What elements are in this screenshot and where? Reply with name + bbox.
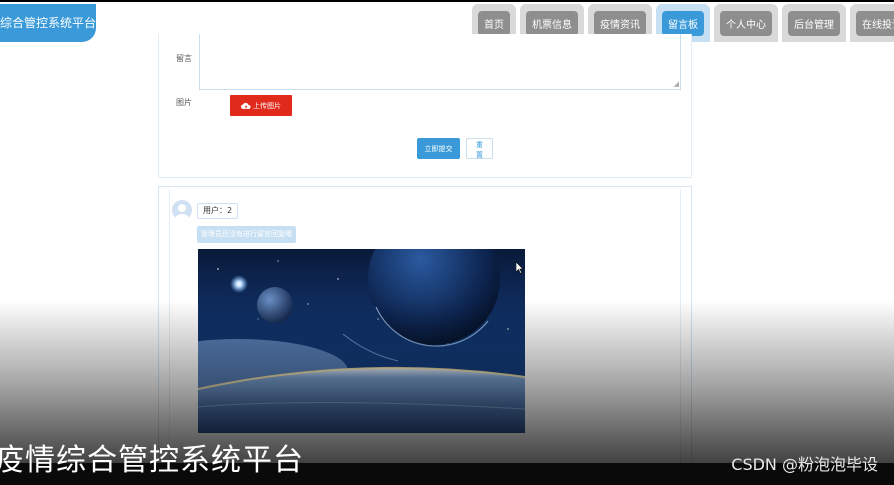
nav-tab-label: 后台管理 xyxy=(788,10,840,36)
nav-tab-label: 首页 xyxy=(478,10,510,36)
nav-tab-admin[interactable]: 后台管理 xyxy=(782,4,846,42)
nav-tab-personal-center[interactable]: 个人中心 xyxy=(714,4,778,42)
comment-image[interactable] xyxy=(198,249,525,433)
comment-username: 用户：2 xyxy=(197,203,239,219)
upload-button-label: 上传图片 xyxy=(253,102,281,110)
csdn-watermark: CSDN @粉泡泡毕设 xyxy=(731,455,878,474)
video-caption: 疫情综合管控系统平台 xyxy=(0,443,304,478)
comment-item: 用户：2 管理员还没有进行留言回复哦 xyxy=(158,186,692,476)
resize-grip-icon[interactable]: ◢ xyxy=(674,81,679,88)
nav-tab-label: 个人中心 xyxy=(720,10,772,36)
reset-button[interactable]: 重置 xyxy=(466,138,493,159)
message-label: 留言 xyxy=(176,54,192,63)
mouse-cursor-icon xyxy=(516,262,524,274)
nav-tab-complaint[interactable]: 在线投诉 xyxy=(850,4,894,42)
user-avatar-icon xyxy=(172,200,192,220)
nav-tab-label: 留言板 xyxy=(662,10,704,36)
message-form: 留言 ◢ 图片 上传图片 立即提交 重置 xyxy=(158,34,692,178)
submit-button[interactable]: 立即提交 xyxy=(417,138,460,159)
image-label: 图片 xyxy=(176,98,192,107)
reply-status: 管理员还没有进行留言回复哦 xyxy=(197,226,296,243)
site-brand[interactable]: 综合管控系统平台 xyxy=(0,4,96,42)
message-textarea[interactable]: ◢ xyxy=(199,34,681,90)
cloud-upload-icon xyxy=(241,102,251,109)
nav-tab-label: 在线投诉 xyxy=(856,10,894,36)
nav-tab-label: 机票信息 xyxy=(526,10,578,36)
upload-image-button[interactable]: 上传图片 xyxy=(230,95,292,116)
nav-tab-label: 疫情资讯 xyxy=(594,10,646,36)
